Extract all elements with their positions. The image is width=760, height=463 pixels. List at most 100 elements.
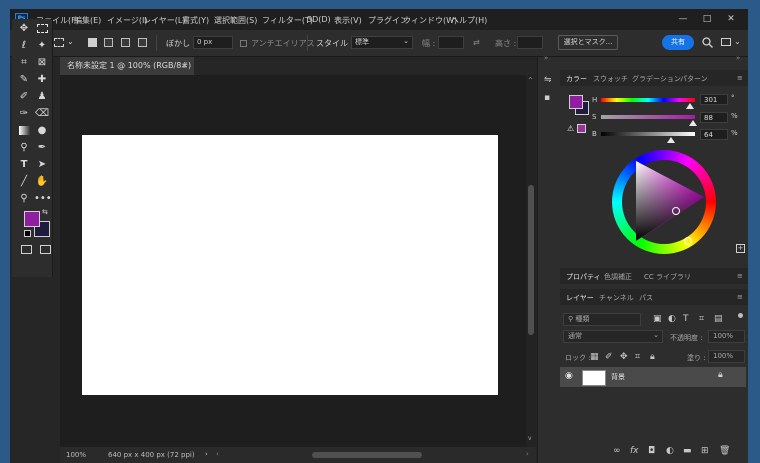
clone-stamp-tool-icon[interactable]: ♟ bbox=[34, 90, 50, 104]
scroll-down-icon[interactable]: v bbox=[528, 435, 532, 442]
blend-mode-select[interactable]: 通常 ⌄ bbox=[563, 330, 663, 343]
lock-position-icon[interactable]: ✥ bbox=[620, 352, 628, 362]
intersect-selection-icon[interactable] bbox=[138, 38, 147, 47]
collapse-arrows-icon[interactable]: » bbox=[736, 54, 740, 62]
adjustment-icon[interactable]: ◐ bbox=[666, 446, 674, 456]
scroll-right-icon[interactable]: › bbox=[526, 450, 529, 458]
web-safe-swatch[interactable] bbox=[577, 124, 586, 133]
tab-layers[interactable]: レイヤー bbox=[566, 293, 594, 303]
panel-menu-icon[interactable]: ≡ bbox=[737, 74, 743, 82]
default-colors-icon[interactable] bbox=[24, 230, 31, 237]
layer-name[interactable]: 背景 bbox=[611, 372, 625, 382]
filter-shape-icon[interactable]: ⌗ bbox=[699, 314, 704, 324]
panel-menu-icon[interactable]: ≡ bbox=[737, 272, 743, 280]
filter-adjustment-icon[interactable]: ◐ bbox=[668, 314, 676, 324]
feather-input[interactable]: 0 px bbox=[193, 36, 233, 49]
triangle-picker[interactable] bbox=[672, 207, 680, 215]
marquee-tool-icon[interactable] bbox=[34, 22, 50, 36]
saturation-slider-thumb[interactable] bbox=[689, 120, 697, 126]
filter-toggle-icon[interactable] bbox=[738, 313, 743, 318]
workspace-icon[interactable] bbox=[721, 38, 731, 46]
eyedropper-tool-icon[interactable]: ✎ bbox=[16, 73, 32, 87]
menu-filter[interactable]: フィルター(T) bbox=[262, 15, 313, 26]
tab-cc-libraries[interactable]: CC ライブラリ bbox=[644, 272, 691, 282]
canvas[interactable] bbox=[82, 135, 498, 395]
tab-gradients[interactable]: グラデーション bbox=[632, 74, 681, 84]
marquee-tool-preset-icon[interactable] bbox=[54, 38, 64, 47]
zoom-tool-icon[interactable]: ⚲ bbox=[16, 192, 32, 206]
saturation-value[interactable]: 88 bbox=[700, 112, 728, 123]
menu-view[interactable]: 表示(V) bbox=[334, 15, 362, 26]
add-swatch-icon[interactable]: + bbox=[736, 244, 745, 253]
menu-image[interactable]: イメージ(I) bbox=[107, 15, 147, 26]
search-icon[interactable] bbox=[702, 37, 713, 48]
tab-paths[interactable]: パス bbox=[639, 293, 653, 303]
tab-color[interactable]: カラー bbox=[566, 74, 587, 84]
vertical-scrollbar[interactable]: ^ v bbox=[526, 75, 536, 447]
maximize-button[interactable]: □ bbox=[696, 12, 718, 26]
color-triangle[interactable] bbox=[632, 161, 708, 243]
screen-mode-icon[interactable] bbox=[40, 245, 51, 254]
lock-all-icon[interactable]: 🔒︎ bbox=[650, 352, 655, 362]
hand-tool-icon[interactable]: ✋ bbox=[34, 175, 50, 189]
menu-layer[interactable]: レイヤー(L) bbox=[143, 15, 185, 26]
menu-edit[interactable]: 編集(E) bbox=[74, 15, 101, 26]
swap-colors-icon[interactable]: ⇆ bbox=[42, 208, 48, 216]
hue-slider[interactable] bbox=[601, 98, 695, 102]
more-tools-icon[interactable]: ••• bbox=[34, 192, 52, 206]
swap-dimensions-icon[interactable]: ⇄ bbox=[473, 38, 480, 47]
scroll-left-icon[interactable]: ‹ bbox=[216, 450, 219, 458]
hue-value[interactable]: 301 bbox=[700, 94, 728, 105]
tab-swatches[interactable]: スウォッチ bbox=[593, 74, 628, 84]
type-tool-icon[interactable]: T bbox=[16, 158, 32, 172]
opacity-input[interactable]: 100% bbox=[708, 330, 745, 343]
document-tab[interactable]: 名称未設定 1 @ 100% (RGB/8#) × bbox=[60, 57, 194, 75]
fill-input[interactable]: 100% bbox=[708, 350, 745, 363]
layer-filter-select[interactable]: ⚲ 種類 bbox=[563, 313, 641, 326]
scroll-up-icon[interactable]: ^ bbox=[528, 77, 533, 84]
gamut-warning-icon[interactable]: ⚠ bbox=[567, 124, 574, 133]
menu-type[interactable]: 書式(Y) bbox=[182, 15, 209, 26]
line-tool-icon[interactable]: ╱ bbox=[16, 175, 32, 189]
quick-mask-icon[interactable] bbox=[21, 245, 32, 254]
filter-smart-object-icon[interactable]: ▤ bbox=[714, 314, 723, 324]
close-button[interactable]: ✕ bbox=[720, 12, 742, 26]
hue-ring-picker[interactable] bbox=[684, 237, 692, 245]
color-fg-swatch[interactable] bbox=[569, 95, 583, 109]
canvas-area[interactable] bbox=[60, 75, 526, 447]
minimize-button[interactable]: — bbox=[672, 12, 694, 26]
dodge-tool-icon[interactable]: ⚲ bbox=[16, 141, 32, 155]
brush-tool-icon[interactable]: ✐ bbox=[16, 90, 32, 104]
tab-properties[interactable]: プロパティ bbox=[566, 272, 601, 282]
brightness-slider-thumb[interactable] bbox=[667, 137, 675, 143]
eye-icon[interactable]: ◉ bbox=[565, 371, 573, 381]
menu-plugins[interactable]: プラグイン bbox=[368, 15, 408, 26]
lasso-tool-icon[interactable]: ℓ bbox=[16, 39, 32, 53]
subtract-selection-icon[interactable] bbox=[121, 38, 130, 47]
antialias-checkbox[interactable] bbox=[240, 40, 247, 47]
status-menu-arrow-icon[interactable]: › bbox=[205, 450, 208, 458]
path-selection-tool-icon[interactable]: ➤ bbox=[34, 158, 50, 172]
tab-patterns[interactable]: パターン bbox=[680, 74, 708, 84]
height-input[interactable] bbox=[517, 36, 543, 49]
select-and-mask-button[interactable]: 選択とマスク... bbox=[558, 35, 618, 50]
fx-icon[interactable]: fx bbox=[630, 446, 639, 456]
trash-icon[interactable]: 🗑︎ bbox=[719, 446, 730, 456]
lock-artboard-icon[interactable]: ⌗ bbox=[635, 352, 640, 362]
filter-pixel-icon[interactable]: ▣ bbox=[653, 314, 662, 324]
lock-image-icon[interactable]: ✐ bbox=[605, 352, 613, 362]
menu-help[interactable]: ヘルプ(H) bbox=[451, 15, 487, 26]
horizontal-scroll-thumb[interactable] bbox=[312, 452, 422, 458]
brightness-slider[interactable] bbox=[601, 132, 695, 136]
width-input[interactable] bbox=[438, 36, 464, 49]
gradient-tool-icon[interactable] bbox=[16, 124, 32, 138]
eraser-tool-icon[interactable]: ⌫ bbox=[34, 107, 50, 121]
layer-row[interactable]: ◉ 背景 🔒︎ bbox=[560, 367, 746, 387]
comments-panel-icon[interactable]: ▪ bbox=[544, 93, 550, 103]
frame-tool-icon[interactable]: ⊠ bbox=[34, 56, 50, 70]
brightness-value[interactable]: 64 bbox=[700, 129, 728, 140]
magic-wand-tool-icon[interactable]: ✦ bbox=[34, 39, 50, 53]
panel-menu-icon[interactable]: ≡ bbox=[737, 293, 743, 301]
history-brush-tool-icon[interactable]: ✑ bbox=[16, 107, 32, 121]
chevron-down-icon[interactable]: ⌄ bbox=[734, 37, 741, 46]
